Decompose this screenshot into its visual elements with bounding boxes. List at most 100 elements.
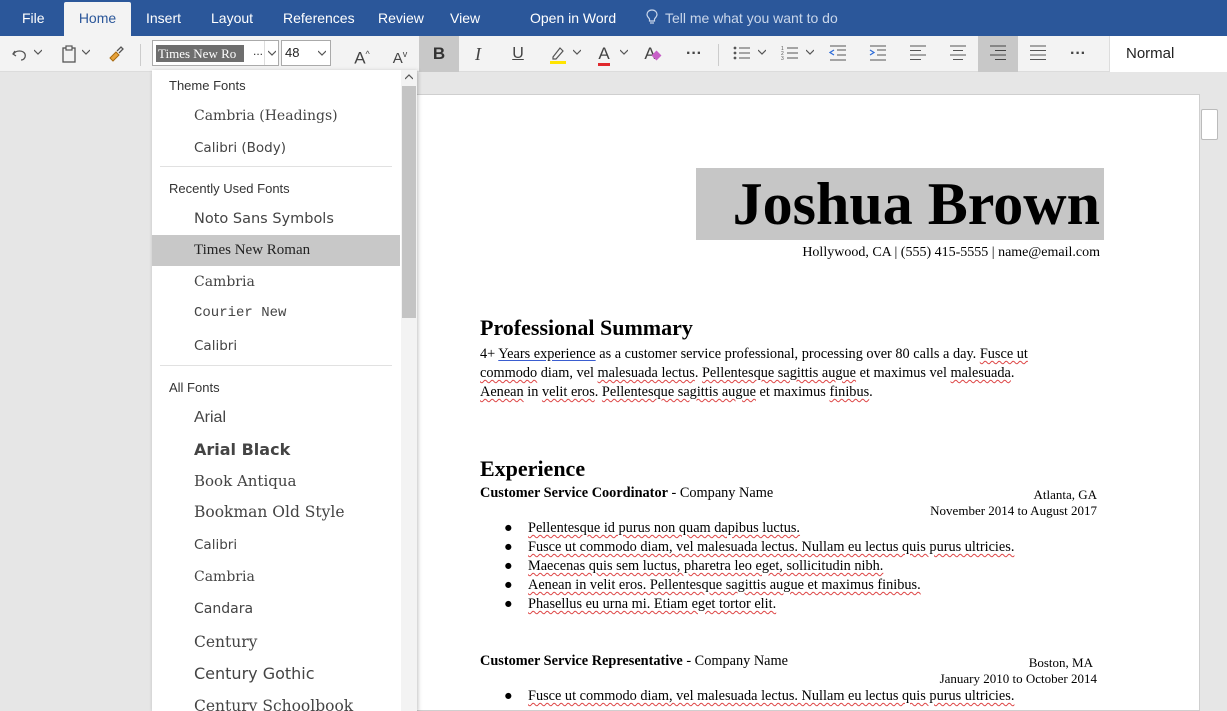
menu-view[interactable]: View — [450, 0, 480, 36]
menu-divider — [160, 365, 392, 366]
recent-fonts-header: Recently Used Fonts — [169, 181, 290, 196]
all-fonts-header: All Fonts — [169, 380, 220, 395]
font-name-value[interactable]: Times New Ro — [156, 45, 244, 62]
summary-link-text: Years experience — [498, 346, 596, 362]
font-option-cambria-all[interactable]: Cambria — [152, 562, 400, 593]
clear-formatting-button[interactable]: A — [640, 40, 664, 68]
scroll-up-arrow-icon[interactable] — [405, 74, 413, 80]
font-option-times-new-roman[interactable]: Times New Roman — [152, 235, 400, 266]
misspelled-word: malesuada — [950, 365, 1011, 381]
align-right-icon[interactable] — [986, 40, 1010, 68]
job-dates[interactable]: November 2014 to August 2017 — [930, 503, 1097, 519]
bold-icon: B — [432, 44, 446, 63]
job-dates[interactable]: January 2010 to October 2014 — [940, 671, 1097, 687]
font-name-dropdown[interactable] — [264, 41, 278, 65]
menu-divider — [160, 166, 392, 167]
decrease-indent-icon[interactable] — [826, 40, 850, 68]
more-paragraph-options-button[interactable]: ··· — [1064, 40, 1092, 68]
underline-button[interactable]: U — [506, 40, 530, 68]
summary-paragraph[interactable]: 4+ Years experience as a customer servic… — [480, 345, 1105, 402]
misspelled-word: velit eros — [541, 384, 595, 400]
font-option-arial[interactable]: Arial — [152, 402, 400, 433]
bold-button[interactable]: B — [419, 36, 459, 72]
menu-layout[interactable]: Layout — [211, 0, 253, 36]
font-name-combobox[interactable]: Times New Ro ... — [152, 40, 279, 66]
font-option-courier-new[interactable]: Courier New — [152, 298, 400, 329]
list-item-text: Maecenas quis sem luctus, pharetra leo e… — [528, 558, 884, 574]
job-location[interactable]: Atlanta, GA — [1033, 487, 1097, 503]
summary-text: diam, vel — [537, 365, 598, 381]
font-option-arial-black[interactable]: Arial Black — [152, 434, 400, 465]
misspelled-word: Fusce ut — [979, 346, 1028, 362]
highlight-dropdown-icon[interactable] — [573, 49, 581, 55]
font-option-candara[interactable]: Candara — [152, 594, 400, 625]
font-color-button[interactable]: A — [592, 40, 616, 68]
summary-text: . — [1010, 365, 1015, 381]
font-option-bookman-old-style[interactable]: Bookman Old Style — [152, 497, 400, 528]
lightbulb-icon — [646, 9, 658, 24]
menu-file[interactable]: File — [22, 0, 45, 36]
chevron-down-icon[interactable] — [318, 50, 326, 56]
more-font-options-button[interactable]: ··· — [680, 40, 708, 68]
experience-heading[interactable]: Experience — [480, 456, 585, 482]
undo-dropdown-icon[interactable] — [34, 49, 42, 55]
style-gallery-normal[interactable]: Normal — [1109, 36, 1227, 72]
contact-line[interactable]: Hollywood, CA | (555) 415-5555 | name@em… — [700, 245, 1100, 261]
summary-heading[interactable]: Professional Summary — [480, 315, 693, 341]
font-dropdown-menu[interactable]: Theme Fonts Cambria (Headings) Calibri (… — [152, 70, 417, 711]
font-option-century-schoolbook[interactable]: Century Schoolbook — [152, 691, 400, 711]
numbering-icon[interactable]: 123 — [778, 40, 802, 68]
font-option-cambria-headings[interactable]: Cambria (Headings) — [152, 101, 400, 132]
font-option-cambria[interactable]: Cambria — [152, 267, 400, 298]
grow-font-button[interactable]: A^ — [350, 40, 374, 68]
font-color-icon: A — [598, 45, 610, 66]
misspelled-word: commodo — [480, 365, 538, 381]
font-option-calibri[interactable]: Calibri — [152, 331, 400, 362]
font-option-century[interactable]: Century — [152, 627, 400, 658]
increase-indent-icon[interactable] — [866, 40, 890, 68]
font-option-century-gothic[interactable]: Century Gothic — [152, 658, 400, 689]
bullets-dropdown-icon[interactable] — [758, 49, 766, 55]
align-center-icon[interactable] — [946, 40, 970, 68]
shrink-font-button[interactable]: Av — [388, 40, 412, 68]
job-title-line[interactable]: Customer Service Coordinator - Company N… — [480, 485, 773, 502]
paste-dropdown-icon[interactable] — [82, 49, 90, 55]
grow-font-icon: A — [354, 48, 366, 68]
justify-icon[interactable] — [1026, 40, 1050, 68]
job-title: Customer Service Representative — [480, 653, 683, 669]
highlighter-icon[interactable] — [546, 40, 570, 68]
font-option-book-antiqua[interactable]: Book Antiqua — [152, 466, 400, 497]
font-option-calibri-all[interactable]: Calibri — [152, 530, 400, 561]
page-scroll-handle[interactable] — [1201, 109, 1218, 140]
tell-me-search[interactable]: Tell me what you want to do — [665, 0, 838, 36]
open-in-word-button[interactable]: Open in Word — [530, 0, 616, 36]
numbering-dropdown-icon[interactable] — [806, 49, 814, 55]
summary-text: et maximus vel — [856, 365, 951, 381]
menu-insert[interactable]: Insert — [146, 0, 181, 36]
menu-references[interactable]: References — [283, 0, 355, 36]
job-location[interactable]: Boston, MA — [1029, 655, 1093, 671]
menu-review[interactable]: Review — [378, 0, 424, 36]
more-icon: ··· — [1070, 45, 1086, 62]
menu-home[interactable]: Home — [64, 2, 131, 36]
paste-icon[interactable] — [58, 40, 80, 68]
font-color-dropdown-icon[interactable] — [620, 49, 628, 55]
left-margin-area — [0, 73, 152, 711]
font-size-combobox[interactable]: 48 — [281, 40, 331, 66]
font-size-value[interactable]: 48 — [285, 45, 299, 60]
summary-text: . — [694, 365, 702, 381]
ribbon: Times New Ro ... 48 A^ Av B I U A A ··· … — [0, 36, 1227, 72]
summary-text: . — [869, 384, 873, 400]
bullets-icon[interactable] — [730, 40, 754, 68]
job-title-line[interactable]: Customer Service Representative - Compan… — [480, 653, 788, 670]
font-option-noto-sans-symbols[interactable]: Noto Sans Symbols — [152, 204, 400, 235]
format-painter-icon[interactable] — [104, 40, 128, 68]
list-item-text: Aenean in velit eros. Pellentesque sagit… — [528, 577, 921, 593]
resume-name[interactable]: Joshua Brown — [696, 168, 1100, 240]
underline-icon: U — [512, 45, 524, 62]
font-option-calibri-body[interactable]: Calibri (Body) — [152, 133, 400, 164]
undo-icon[interactable] — [8, 40, 32, 68]
italic-button[interactable]: I — [466, 40, 490, 68]
align-left-icon[interactable] — [906, 40, 930, 68]
font-list-scroll-thumb[interactable] — [402, 86, 416, 318]
